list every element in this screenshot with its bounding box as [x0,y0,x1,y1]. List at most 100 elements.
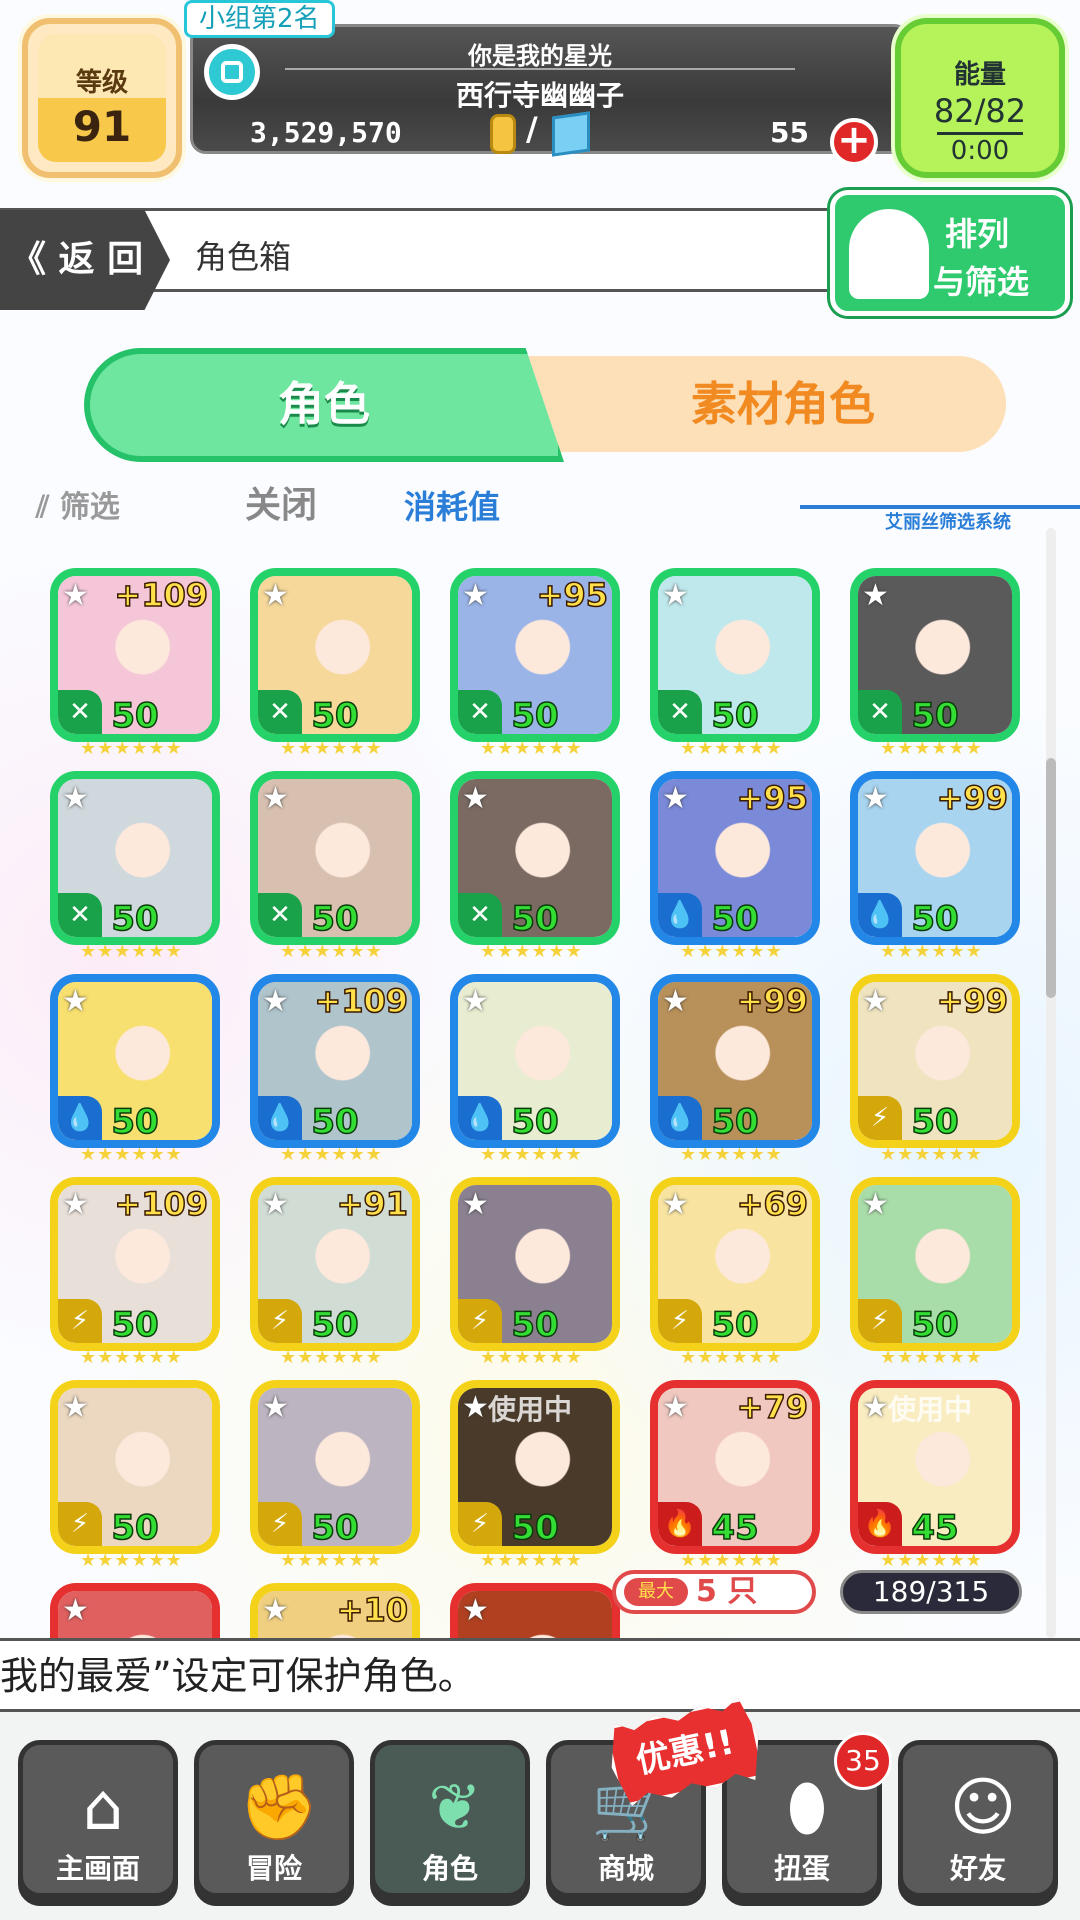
favorite-star-icon: ★ [62,1187,89,1222]
plus-value: +109 [314,982,409,1021]
cost-value: 50 [311,1101,360,1142]
energy-label: 能量 [953,60,1006,90]
in-use-label: 使用中 [488,1393,573,1426]
character-card[interactable]: ★ [450,1583,620,1638]
gem-count: 55 [770,116,809,149]
character-card[interactable]: ★ ✕ 50 [450,771,620,945]
energy-panel[interactable]: 能量 82/82 0:00 [895,18,1065,178]
back-button[interactable]: 《 返 回 [0,210,170,310]
character-card[interactable]: ★ ✕ 50 [850,568,1020,742]
cost-value: 50 [911,898,960,939]
energy-timer: 0:00 [950,136,1010,166]
cost-value: 50 [511,1507,560,1548]
cost-value: 50 [311,695,360,736]
page-title: 角色箱 [195,238,292,276]
favorite-star-icon: ★ [862,1390,889,1425]
character-card[interactable]: ★ ✕ 50 [650,568,820,742]
character-card[interactable]: ★ 💧 50 [50,974,220,1148]
favorite-star-icon: ★ [262,1593,289,1628]
nav-shop-label: 商城 [597,1852,654,1885]
character-card[interactable]: ★ ✕ 50 [250,568,420,742]
group-rank-badge[interactable]: 小组第2名 [184,0,335,38]
favorite-star-icon: ★ [462,1593,489,1628]
sort-filter-button[interactable]: 排列 与筛选 [830,190,1070,316]
favorite-star-icon: ★ [862,578,889,613]
add-gems-button[interactable]: + [830,118,878,166]
character-card[interactable]: ★ +95 💧 50 [650,771,820,945]
character-card[interactable]: ★ 使用中 🔥 45 [850,1380,1020,1554]
tab-characters[interactable]: 角色 [84,348,564,462]
guild-icon[interactable] [204,44,260,100]
level-value: 91 [72,102,132,151]
tab-materials[interactable]: 素材角色 [520,356,1006,452]
nav-friends[interactable]: ☺ 好友 [898,1740,1058,1906]
cost-value: 50 [111,1507,160,1548]
favorite-star-icon: ★ [462,984,489,1019]
player-name: 西行寺幽幽子 [455,79,624,112]
tip-ticker: 我的最爱”设定可保护角色。 [0,1638,1080,1712]
level-label: 等级 [75,68,128,98]
character-card[interactable]: ★ ✕ 50 [50,771,220,945]
cost-filter-label[interactable]: 消耗值 [360,482,800,528]
nav-characters-label: 角色 [421,1852,478,1885]
favorite-star-icon: ★ [62,781,89,816]
scrollbar[interactable] [1046,528,1056,1638]
gem-icon [552,111,590,157]
favorite-star-icon: ★ [462,578,489,613]
egg-icon: ⬮ [786,1771,828,1845]
favorite-star-icon: ★ [462,1390,489,1425]
character-card[interactable]: ★ +109 ⚡ 50 [50,1177,220,1351]
box-count: 189/315 [840,1570,1022,1614]
character-card[interactable]: ★ +99 💧 50 [650,974,820,1148]
character-card[interactable]: ★ +95 ✕ 50 [450,568,620,742]
character-card[interactable]: ★ ⚡ 50 [450,1177,620,1351]
cost-value: 50 [311,1304,360,1345]
nav-home-label: 主画面 [55,1852,140,1885]
plus-value: +91 [336,1185,409,1224]
favorite-star-icon: ★ [862,984,889,1019]
nav-home[interactable]: ⌂ 主画面 [18,1740,178,1906]
filter-label[interactable]: ⫽ 筛选 [36,482,120,526]
rabbit-icon: ❦ [428,1771,482,1845]
cost-value: 50 [911,1304,960,1345]
character-card[interactable]: ★ +79 🔥 45 [650,1380,820,1554]
nav-friends-label: 好友 [949,1852,1006,1885]
favorite-star-icon: ★ [662,578,689,613]
gold-coin-icon [490,114,516,154]
nav-characters[interactable]: ❦ 角色 [370,1740,530,1906]
cost-value: 50 [511,898,560,939]
character-card[interactable]: ★ +99 ⚡ 50 [850,974,1020,1148]
character-card[interactable]: ★ 💧 50 [450,974,620,1148]
favorite-star-icon: ★ [62,578,89,613]
cost-value: 50 [911,695,960,736]
people-icon: ☺ [949,1771,1017,1845]
cost-value: 50 [711,1304,760,1345]
character-card[interactable]: ★ +91 ⚡ 50 [250,1177,420,1351]
character-card[interactable]: ★ +69 ⚡ 50 [650,1177,820,1351]
character-card[interactable]: ★ 使用中 ⚡ 50 [450,1380,620,1554]
character-grid: ★★★★★★ ★ +109 ✕ 50 ★★★★★★ ★ ✕ 50 ★★★★★★ ★ +95 ✕ 50 ★★★… [50,548,1030,1638]
filter-close-label[interactable]: 关闭 [245,476,317,528]
character-card[interactable]: ★ [50,1583,220,1638]
character-card[interactable]: ★ ⚡ 50 [250,1380,420,1554]
character-card[interactable]: ★ ⚡ 50 [850,1177,1020,1351]
favorite-star-icon: ★ [62,1390,89,1425]
cost-value: 50 [111,898,160,939]
cost-value: 50 [111,1101,160,1142]
cost-value: 50 [111,695,160,736]
character-card[interactable]: ★ +99 💧 50 [850,771,1020,945]
character-card[interactable]: ★ +109 ✕ 50 [50,568,220,742]
sort-label: 排列 [945,215,1010,253]
character-card[interactable]: ★ ✕ 50 [250,771,420,945]
character-card[interactable]: ★ +109 💧 50 [250,974,420,1148]
character-card[interactable]: ★ +10 [250,1583,420,1638]
favorite-star-icon: ★ [262,578,289,613]
favorite-star-icon: ★ [662,984,689,1019]
level-badge[interactable]: 等级 91 [22,18,182,178]
favorite-star-icon: ★ [662,1187,689,1222]
nav-adventure[interactable]: ✊ 冒险 [194,1740,354,1906]
max-label: 最大 [624,1578,688,1606]
cost-value: 50 [311,898,360,939]
gold-amount: 3,529,570 [250,116,402,149]
character-card[interactable]: ★ ⚡ 50 [50,1380,220,1554]
